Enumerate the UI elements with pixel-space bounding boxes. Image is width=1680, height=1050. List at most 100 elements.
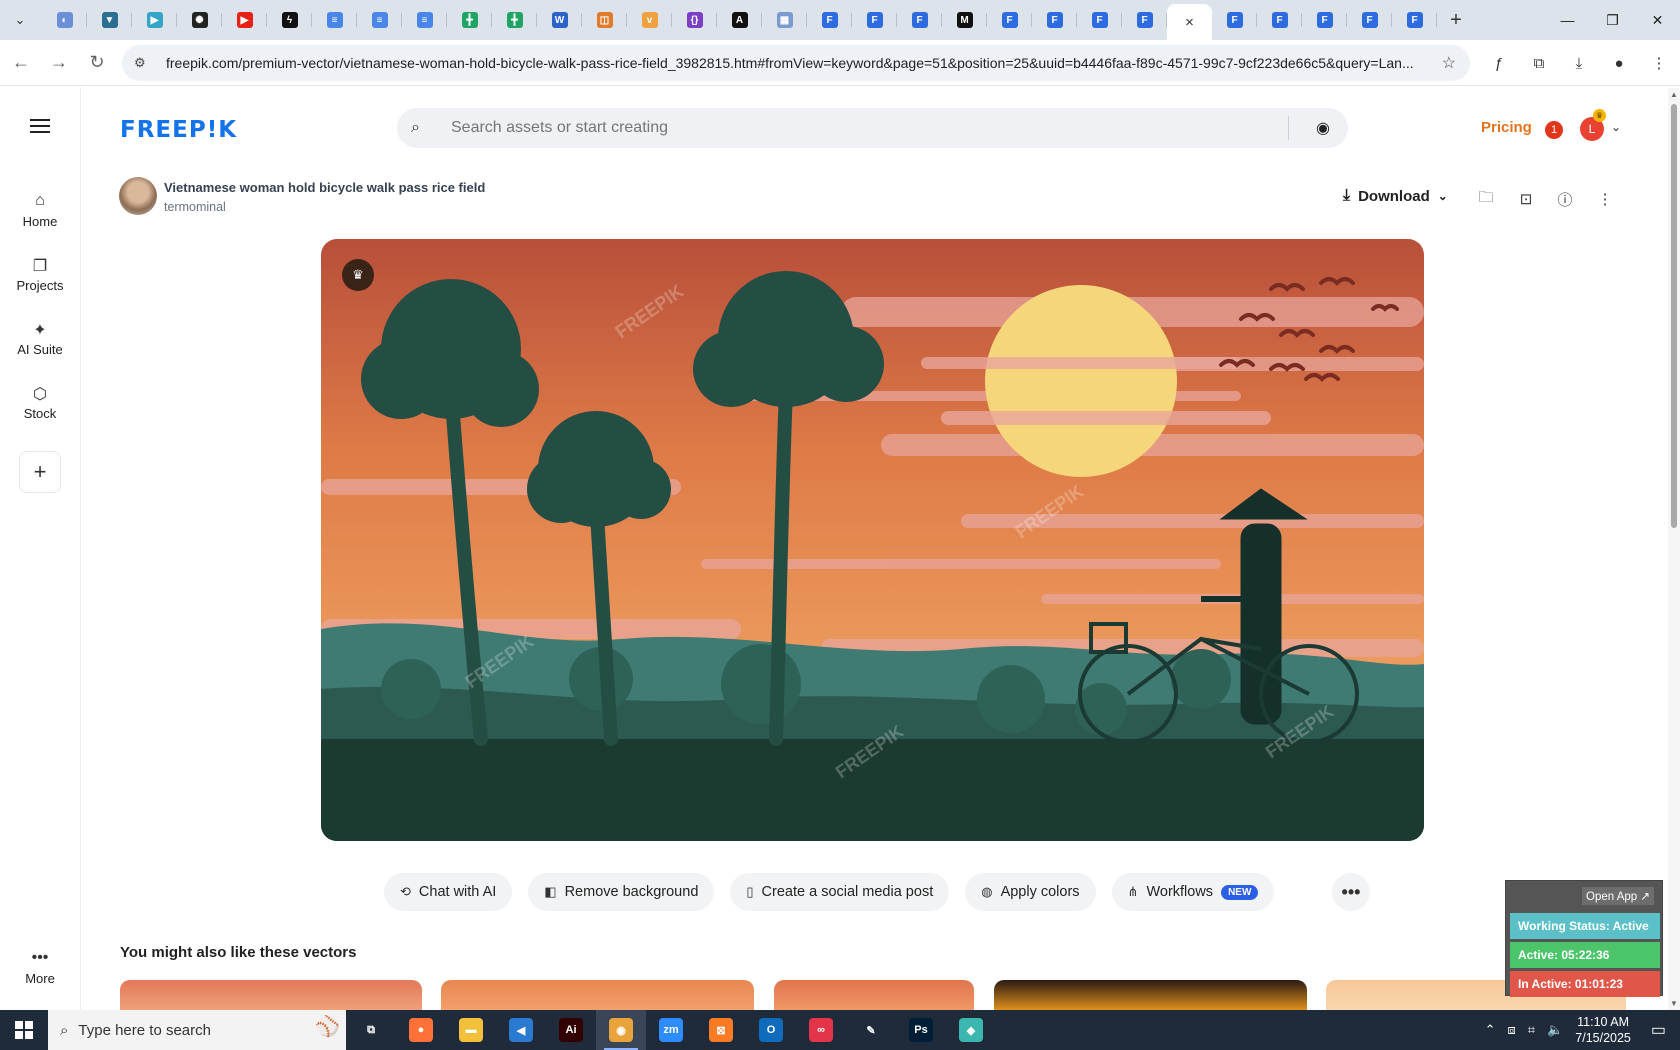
- taskbar-app-creative-cloud[interactable]: ∞: [796, 1010, 846, 1050]
- download-button[interactable]: ⤓ Download ⌄: [1343, 187, 1448, 205]
- page-scrollbar[interactable]: ▲ ▼: [1668, 88, 1680, 1010]
- taskbar-app-illustrator[interactable]: Ai: [546, 1010, 596, 1050]
- browser-tab[interactable]: A: [717, 4, 762, 36]
- tab-search-icon[interactable]: ⌄: [6, 6, 34, 34]
- taskbar-app-app-diamond[interactable]: ◆: [946, 1010, 996, 1050]
- nav-home[interactable]: ⌂ Home: [0, 192, 80, 229]
- freepik-logo[interactable]: FREEP!K: [120, 117, 237, 143]
- profile-icon[interactable]: ●: [1602, 46, 1636, 80]
- action-chip-create-a-social-media-post[interactable]: ▯ Create a social media post: [730, 873, 950, 911]
- address-bar[interactable]: ⚙ freepik.com/premium-vector/vietnamese-…: [122, 45, 1470, 81]
- taskbar-app-taskview[interactable]: ⧉: [346, 1010, 396, 1050]
- asset-author-link[interactable]: termominal: [164, 200, 226, 214]
- search-input[interactable]: [451, 119, 1271, 137]
- taskbar-app-chrome[interactable]: ◉: [596, 1010, 646, 1050]
- new-tab-button[interactable]: +: [1441, 5, 1471, 35]
- action-chip-chat-with-ai[interactable]: ⟲ Chat with AI: [384, 873, 513, 911]
- taskbar-app-pen[interactable]: ✎: [846, 1010, 896, 1050]
- nav-stock[interactable]: ⬡ Stock: [0, 384, 80, 421]
- more-actions-button[interactable]: •••: [1332, 873, 1370, 911]
- taskbar-app-vscode[interactable]: ◀: [496, 1010, 546, 1050]
- close-tab-icon[interactable]: ×: [1185, 14, 1194, 31]
- browser-tab[interactable]: ▶: [222, 4, 267, 36]
- taskbar-app-outlook[interactable]: O: [746, 1010, 796, 1050]
- browser-tab[interactable]: ◫: [582, 4, 627, 36]
- notifications-icon[interactable]: ▭: [1651, 1020, 1666, 1040]
- thumbnail[interactable]: [774, 980, 974, 1010]
- browser-tab[interactable]: ╋: [447, 4, 492, 36]
- back-icon[interactable]: ←: [4, 46, 38, 80]
- browser-tab[interactable]: F: [1122, 4, 1167, 36]
- scrollbar-thumb[interactable]: [1671, 104, 1677, 528]
- action-chip-remove-background[interactable]: ◧ Remove background: [528, 873, 715, 911]
- browser-tab[interactable]: ✺: [177, 4, 222, 36]
- browser-tab[interactable]: F: [1257, 4, 1302, 36]
- browser-tab[interactable]: ▼: [87, 4, 132, 36]
- browser-tab[interactable]: W: [537, 4, 582, 36]
- browser-tab[interactable]: F: [987, 4, 1032, 36]
- notification-badge[interactable]: 1: [1545, 121, 1563, 139]
- taskbar-app-xampp[interactable]: ⊠: [696, 1010, 746, 1050]
- windows-start-button[interactable]: [0, 1010, 48, 1050]
- forward-icon[interactable]: →: [42, 46, 76, 80]
- thumbnail[interactable]: [441, 980, 754, 1010]
- browser-tab[interactable]: ◐: [42, 4, 87, 36]
- taskbar-app-firefox[interactable]: ●: [396, 1010, 446, 1050]
- network-icon[interactable]: ⌗: [1528, 1022, 1535, 1038]
- browser-tab[interactable]: ≡: [312, 4, 357, 36]
- tray-chevron-icon[interactable]: ⌃: [1485, 1022, 1496, 1038]
- browser-tab[interactable]: F: [1212, 4, 1257, 36]
- browser-tab[interactable]: F: [852, 4, 897, 36]
- reload-icon[interactable]: ↻: [80, 46, 114, 80]
- tray-app-icon[interactable]: ⧈: [1507, 1022, 1515, 1038]
- author-avatar[interactable]: [119, 177, 157, 215]
- scroll-up-icon[interactable]: ▲: [1670, 90, 1678, 99]
- downloads-icon[interactable]: ⤓: [1562, 46, 1596, 80]
- browser-tab[interactable]: F: [1347, 4, 1392, 36]
- hamburger-menu-icon[interactable]: [30, 119, 50, 133]
- browser-tab[interactable]: ▶: [132, 4, 177, 36]
- minimize-icon[interactable]: —: [1545, 0, 1590, 40]
- action-chip-apply-colors[interactable]: ◍ Apply colors: [965, 873, 1096, 911]
- save-to-folder-icon[interactable]: 🗀: [1474, 187, 1498, 211]
- add-button[interactable]: +: [19, 451, 61, 493]
- bookmark-star-icon[interactable]: ☆: [1442, 53, 1456, 73]
- browser-tab[interactable]: F: [1032, 4, 1077, 36]
- taskbar-search[interactable]: ⌕ Type here to search ⚾: [48, 1010, 346, 1050]
- pricing-link[interactable]: Pricing: [1481, 119, 1532, 136]
- browser-menu-icon[interactable]: ⋮: [1642, 46, 1676, 80]
- browser-tab[interactable]: F: [1392, 4, 1437, 36]
- browser-tab[interactable]: M: [942, 4, 987, 36]
- chevron-down-icon[interactable]: ⌄: [1611, 120, 1621, 134]
- scroll-down-icon[interactable]: ▼: [1670, 999, 1678, 1008]
- asset-preview-image[interactable]: FREEPIK FREEPIK FREEPIK FREEPIK FREEPIK: [321, 239, 1424, 841]
- more-options-icon[interactable]: ⋮: [1593, 187, 1617, 211]
- browser-tab[interactable]: v: [627, 4, 672, 36]
- browser-tab[interactable]: ≡: [402, 4, 447, 36]
- extensions-puzzle-icon[interactable]: ⧉: [1522, 46, 1556, 80]
- browser-tab[interactable]: ╋: [492, 4, 537, 36]
- font-extension-icon[interactable]: ƒ: [1482, 46, 1516, 80]
- browser-tab[interactable]: F: [1302, 4, 1347, 36]
- browser-tab[interactable]: ϟ: [267, 4, 312, 36]
- taskbar-app-zoom[interactable]: zm: [646, 1010, 696, 1050]
- camera-search-icon[interactable]: ◉: [1316, 118, 1330, 138]
- edit-image-icon[interactable]: ⊡: [1514, 187, 1538, 211]
- volume-icon[interactable]: 🔈: [1547, 1022, 1563, 1038]
- browser-tab[interactable]: F: [807, 4, 852, 36]
- info-icon[interactable]: ⓘ: [1553, 187, 1577, 211]
- browser-tab[interactable]: F: [897, 4, 942, 36]
- taskbar-app-photoshop[interactable]: Ps: [896, 1010, 946, 1050]
- asset-search[interactable]: ⌕ ◉: [397, 108, 1348, 148]
- nav-projects[interactable]: ❐ Projects: [0, 256, 80, 293]
- browser-tab[interactable]: ▦: [762, 4, 807, 36]
- browser-tab[interactable]: F: [1077, 4, 1122, 36]
- tab-freepik-active[interactable]: ×: [1167, 4, 1212, 40]
- browser-tab[interactable]: ≡: [357, 4, 402, 36]
- restore-icon[interactable]: ❐: [1590, 0, 1635, 40]
- browser-tab[interactable]: {}: [672, 4, 717, 36]
- action-chip-workflows[interactable]: ⋔ Workflows NEW: [1111, 873, 1275, 911]
- close-window-icon[interactable]: ✕: [1635, 0, 1680, 40]
- thumbnail[interactable]: [120, 980, 422, 1010]
- url-text[interactable]: freepik.com/premium-vector/vietnamese-wo…: [166, 55, 1426, 71]
